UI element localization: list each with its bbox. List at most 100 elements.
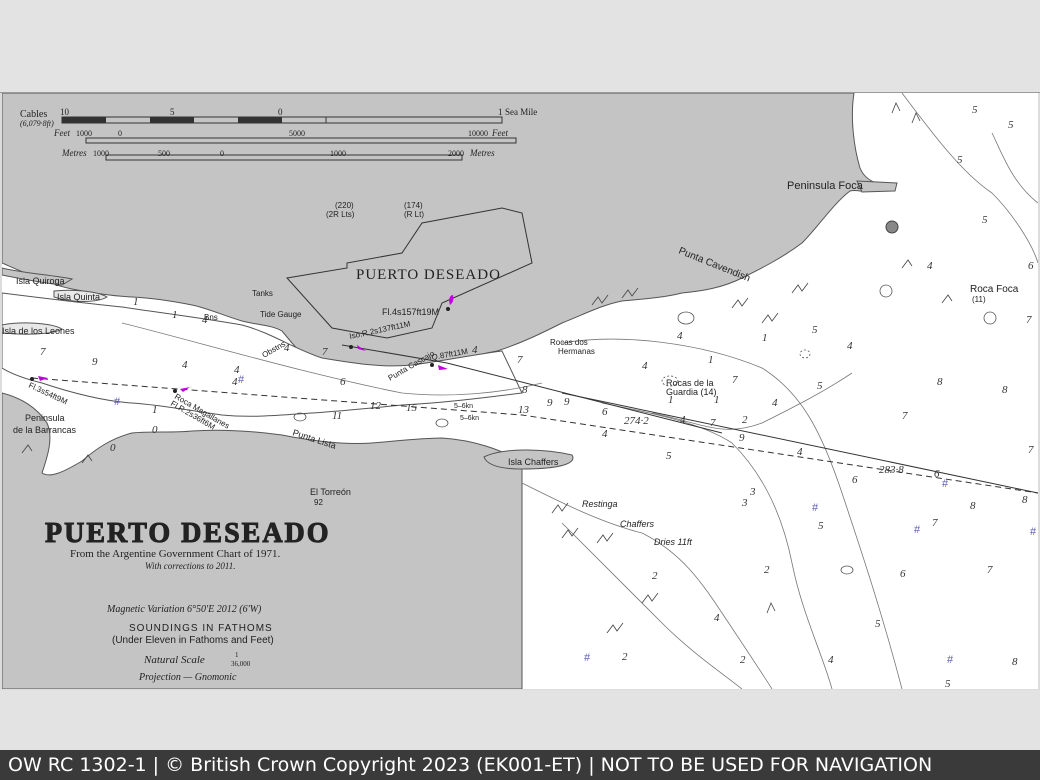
light-main-label: Fl.4s157ft19M: [382, 307, 439, 317]
svg-text:8: 8: [1012, 656, 1018, 668]
svg-text:5: 5: [818, 520, 824, 532]
svg-text:1: 1: [668, 394, 674, 406]
soundings-note: (Under Eleven in Fathoms and Feet): [112, 635, 274, 646]
svg-text:5: 5: [875, 618, 881, 630]
top-margin: [0, 0, 1040, 93]
feet-label: Feet: [53, 128, 70, 138]
copyright-footer: OW RC 1302-1 | © British Crown Copyright…: [0, 750, 1040, 780]
svg-text:4: 4: [680, 414, 686, 426]
projection: Projection — Gnomonic: [138, 672, 237, 683]
svg-text:5: 5: [972, 104, 978, 116]
nautical-chart[interactable]: Cables (6,079·8ft) 10 5 0 1 Sea Mile Fee…: [2, 93, 1038, 689]
natural-scale-label: Natural Scale: [143, 654, 205, 666]
svg-text:3: 3: [741, 497, 748, 509]
peninsula-foca-label: Peninsula Foca: [787, 180, 864, 192]
svg-text:5: 5: [945, 678, 951, 689]
soundings-label: SOUNDINGS IN FATHOMS: [129, 623, 273, 634]
svg-text:4: 4: [202, 314, 208, 326]
svg-text:6: 6: [340, 376, 346, 388]
svg-text:15: 15: [406, 402, 418, 414]
isla-quinta-label: Isla Quinta: [57, 292, 100, 302]
town-name: PUERTO DESEADO: [356, 267, 501, 283]
isla-leones-label: Isla de los Leones: [2, 326, 75, 336]
svg-text:#: #: [584, 652, 591, 664]
svg-text:7: 7: [932, 517, 938, 529]
current-kn-1: 5–6kn: [454, 403, 473, 410]
svg-text:#: #: [1030, 526, 1037, 538]
svg-text:4: 4: [772, 397, 778, 409]
rocas-hermanas-label-1: Rocas dos: [550, 338, 588, 347]
svg-text:12: 12: [370, 400, 382, 412]
svg-text:4: 4: [472, 344, 478, 356]
svg-text:3: 3: [749, 486, 756, 498]
svg-text:4: 4: [927, 260, 933, 272]
svg-text:4: 4: [602, 428, 608, 440]
light-174-label: (174): [404, 201, 423, 210]
svg-text:9: 9: [92, 356, 98, 368]
metres-tick-2000: 2000: [448, 149, 464, 158]
svg-text:8: 8: [522, 384, 528, 396]
light-220b-label: (2R Lts): [326, 210, 355, 219]
svg-text:4: 4: [714, 612, 720, 624]
bearing-2838: 283·8: [879, 464, 904, 476]
svg-text:1: 1: [714, 394, 720, 406]
svg-text:7: 7: [987, 564, 993, 576]
svg-text:9: 9: [564, 396, 570, 408]
svg-text:4: 4: [642, 360, 648, 372]
magnetic-variation: Magnetic Variation 6°50'E 2012 (6'W): [106, 604, 262, 615]
peninsula-foca-tip: [856, 180, 898, 193]
roca-foca-depth: (11): [972, 295, 986, 304]
svg-text:5: 5: [1008, 119, 1014, 131]
svg-text:4: 4: [182, 359, 188, 371]
svg-text:2: 2: [764, 564, 770, 576]
metres-end-label: Metres: [469, 148, 495, 158]
svg-text:2: 2: [622, 651, 628, 663]
svg-text:5: 5: [957, 154, 963, 166]
svg-text:8: 8: [1002, 384, 1008, 396]
chart-corrections: With corrections to 2011.: [145, 561, 236, 571]
svg-text:6: 6: [900, 568, 906, 580]
svg-text:4: 4: [677, 330, 683, 342]
svg-text:1: 1: [708, 354, 714, 366]
svg-text:7: 7: [1028, 444, 1034, 456]
chart-title: PUERTO DESEADO: [45, 518, 331, 549]
cables-tick-0: 0: [278, 107, 283, 117]
natural-scale-num: 1: [235, 651, 239, 659]
svg-text:4: 4: [284, 342, 290, 354]
svg-text:#: #: [942, 478, 949, 490]
metres-tick-0: 0: [220, 149, 224, 158]
cables-tick-10: 10: [60, 107, 70, 117]
svg-text:5: 5: [982, 214, 988, 226]
el-torreon-height: 92: [314, 498, 323, 507]
feet-end-label: Feet: [491, 128, 508, 138]
svg-text:#: #: [812, 502, 819, 514]
el-torreon-label: El Torreón: [310, 487, 351, 497]
svg-text:1: 1: [762, 332, 768, 344]
rocas-guardia-label-2: Guardia (14): [666, 387, 717, 397]
svg-text:9: 9: [739, 432, 745, 444]
rocas-hermanas-label-2: Hermanas: [558, 347, 595, 356]
roca-foca-label: Roca Foca: [970, 284, 1019, 295]
svg-text:7: 7: [710, 417, 716, 429]
chart-source: From the Argentine Government Chart of 1…: [70, 548, 281, 560]
svg-text:#: #: [914, 524, 921, 536]
cables-note: (6,079·8ft): [20, 119, 54, 128]
tanks-label: Tanks: [252, 289, 273, 298]
svg-text:7: 7: [732, 374, 738, 386]
svg-text:8: 8: [937, 376, 943, 388]
svg-text:6: 6: [852, 474, 858, 486]
svg-text:4: 4: [797, 446, 803, 458]
svg-text:5: 5: [666, 450, 672, 462]
tide-gauge-label: Tide Gauge: [260, 310, 302, 319]
metres-tick-500: 500: [158, 149, 170, 158]
svg-text:2: 2: [742, 414, 748, 426]
svg-text:7: 7: [902, 410, 908, 422]
feet-tick-0: 0: [118, 129, 122, 138]
svg-text:6: 6: [1028, 260, 1034, 272]
svg-text:#: #: [114, 396, 121, 408]
metres-tick-1000b: 1000: [330, 149, 346, 158]
peninsula-barrancas-label-1: Peninsula: [25, 413, 65, 423]
current-kn-2: 5–6kn: [460, 415, 479, 422]
svg-text:2: 2: [740, 654, 746, 666]
svg-text:6: 6: [602, 406, 608, 418]
